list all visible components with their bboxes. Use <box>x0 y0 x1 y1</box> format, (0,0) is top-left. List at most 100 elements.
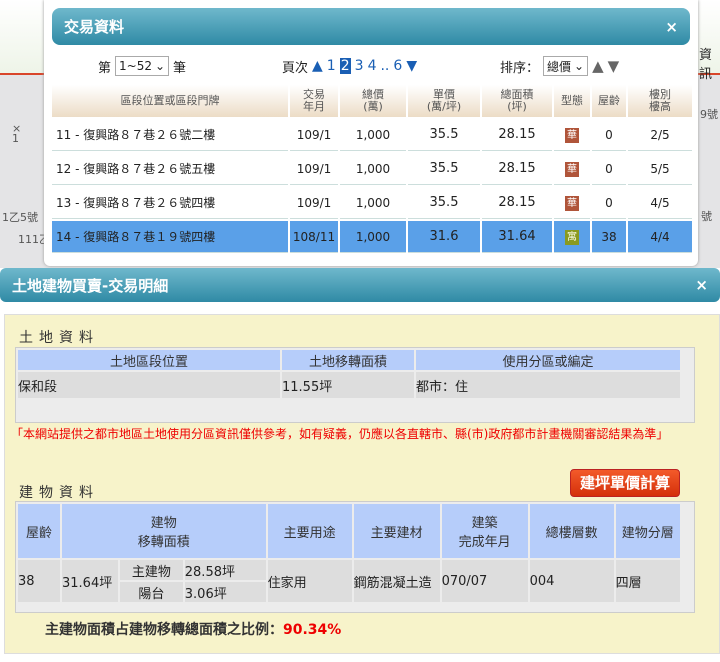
page-link[interactable]: 4 <box>368 58 377 74</box>
map-label: × 1 <box>12 122 22 145</box>
column-header: 使用分區或編定 <box>416 350 680 370</box>
page-link[interactable]: 6 <box>393 58 402 74</box>
total-cell: 1,000 <box>340 221 406 253</box>
age-cell: 0 <box>592 187 626 219</box>
ratio-label: 主建物面積占建物移轉總面積之比例： <box>45 622 283 638</box>
column-header: 總價 (萬) <box>340 85 406 117</box>
detail-body: 土地資料 土地區段位置 土地移轉面積 使用分區或編定 保和段 11.55坪 都市：住 「… <box>4 314 720 654</box>
map-label: 1乙5號 <box>2 211 38 224</box>
main-building-area: 28.58坪 <box>184 560 266 580</box>
main-building-ratio: 主建物面積占建物移轉總面積之比例：90.34% <box>45 619 341 639</box>
unit-cell: 31.6 <box>408 221 480 253</box>
sort-desc-icon[interactable]: ▼ <box>608 57 620 75</box>
sort-label: 排序： <box>500 60 540 76</box>
use-cell: 住家用 <box>267 560 352 602</box>
table-row[interactable]: 12 - 復興路８７巷２６號五樓 109/1 1,000 35.5 28.15 華 0 5/5 <box>52 153 692 185</box>
type-badge: 華 <box>565 195 579 211</box>
dialog-title: 交易資料 <box>64 18 125 36</box>
type-badge: 華 <box>565 161 579 177</box>
type-badge: 寓 <box>565 229 579 245</box>
floor-cell: 2/5 <box>628 119 692 151</box>
table-row[interactable]: 13 - 復興路８７巷２６號四樓 109/1 1,000 35.5 28.15 華 0 4/5 <box>52 187 692 219</box>
table-row[interactable]: 11 - 復興路８７巷２６號二樓 109/1 1,000 35.5 28.15 華 0 2/5 <box>52 119 692 151</box>
column-header: 總面積 (坪) <box>482 85 552 117</box>
unit-cell: 35.5 <box>408 119 480 151</box>
sort-value: 總價 <box>547 59 572 74</box>
land-area-cell: 11.55坪 <box>282 372 414 398</box>
table-row[interactable]: 14 - 復興路８７巷１９號四樓 108/11 1,000 31.6 31.64 寓 38 4… <box>52 221 692 253</box>
type-cell: 華 <box>554 153 590 185</box>
area-cell: 28.15 <box>482 119 552 151</box>
column-header: 土地區段位置 <box>18 350 280 370</box>
main-building-label: 主建物 <box>120 560 183 580</box>
page-link[interactable]: 1 <box>327 58 336 74</box>
balcony-label: 陽台 <box>120 582 183 602</box>
balcony-area: 3.06坪 <box>184 582 266 602</box>
sort-control: 排序： 總價 ⌄ ▲ ▼ <box>500 54 619 78</box>
column-header: 建築 完成年月 <box>441 504 528 558</box>
type-cell: 寓 <box>554 221 590 253</box>
built-date-cell: 070/07 <box>441 560 528 602</box>
column-header: 交易 年月 <box>290 85 338 117</box>
addr-cell: 13 - 復興路８７巷２６號四樓 <box>52 187 288 219</box>
column-header: 型態 <box>554 85 590 117</box>
page-link-current[interactable]: 2 <box>339 58 351 74</box>
floor-cell: 4/4 <box>628 221 692 253</box>
table-header: 區段位置或區段門牌 交易 年月 總價 (萬) 單價 (萬/坪) 總面積 (坪) … <box>52 85 692 117</box>
map-label: 號 <box>701 210 712 223</box>
column-header: 總樓層數 <box>529 504 614 558</box>
land-section-cell: 保和段 <box>18 372 280 398</box>
page-down-icon[interactable]: ▼ <box>406 58 417 74</box>
sort-asc-icon[interactable]: ▲ <box>592 57 604 75</box>
close-icon[interactable]: × <box>695 276 708 294</box>
area-cell: 31.64坪 <box>62 560 118 602</box>
building-table-box: 屋齡 建物 移轉面積 主要用途 主要建材 建築 完成年月 總樓層數 建物分層 3… <box>15 501 695 613</box>
page-label: 頁次 <box>282 60 309 76</box>
calc-unit-price-button[interactable]: 建坪單價計算 <box>570 469 680 497</box>
page-link[interactable]: 3 <box>355 58 364 74</box>
map-label: 9號 <box>700 108 718 121</box>
column-header: 屋齡 <box>592 85 626 117</box>
sort-select[interactable]: 總價 ⌄ <box>543 56 589 76</box>
dialog-header: 土地建物買賣-交易明細 × <box>0 268 720 302</box>
dialog-title: 土地建物買賣-交易明細 <box>12 276 169 295</box>
unit-cell: 35.5 <box>408 153 480 185</box>
ratio-value: 90.34% <box>283 622 342 638</box>
floor-cell: 5/5 <box>628 153 692 185</box>
close-icon[interactable]: × <box>665 18 678 36</box>
chevron-down-icon: ⌄ <box>154 59 166 73</box>
range-prefix: 第 <box>98 60 112 76</box>
material-cell: 鋼筋混凝土造 <box>353 560 440 602</box>
dialog-header: 交易資料 × <box>52 8 690 45</box>
total-cell: 1,000 <box>340 119 406 151</box>
floor-layer-cell: 四層 <box>615 560 680 602</box>
page-ellipsis: .. <box>380 58 390 74</box>
addr-cell: 12 - 復興路８７巷２６號五樓 <box>52 153 288 185</box>
building-table: 屋齡 建物 移轉面積 主要用途 主要建材 建築 完成年月 總樓層數 建物分層 3… <box>16 502 682 604</box>
total-floors-cell: 004 <box>529 560 614 602</box>
unit-cell: 35.5 <box>408 187 480 219</box>
transaction-list-dialog: 交易資料 × 第 1~52 ⌄ 筆 頁次 ▲ 1 2 3 4 .. 6 ▼ 排序：… <box>44 0 698 266</box>
date-cell: 108/11 <box>290 221 338 253</box>
column-header: 區段位置或區段門牌 <box>52 85 288 117</box>
date-cell: 109/1 <box>290 153 338 185</box>
building-section-title: 建物資料 <box>19 485 99 501</box>
addr-cell: 11 - 復興路８７巷２６號二樓 <box>52 119 288 151</box>
area-cell: 28.15 <box>482 153 552 185</box>
date-cell: 109/1 <box>290 119 338 151</box>
addr-cell: 14 - 復興路８７巷１９號四樓 <box>52 221 288 253</box>
range-value: 1~52 <box>119 59 152 73</box>
land-zoning-cell: 都市：住 <box>416 372 680 398</box>
area-cell: 28.15 <box>482 187 552 219</box>
disclaimer-note: 「本網站提供之都市地區土地使用分區資訊僅供參考，如有疑義，仍應以各直轄市、縣(市… <box>11 427 669 441</box>
total-cell: 1,000 <box>340 153 406 185</box>
range-control: 第 1~52 ⌄ 筆 <box>98 54 186 78</box>
range-select[interactable]: 1~52 ⌄ <box>115 56 170 76</box>
page-up-icon[interactable]: ▲ <box>312 58 323 74</box>
column-header: 屋齡 <box>18 504 60 558</box>
land-section-title: 土地資料 <box>19 330 99 346</box>
transaction-detail-dialog: 土地建物買賣-交易明細 × 土地資料 土地區段位置 土地移轉面積 使用分區或編定 保… <box>0 268 720 662</box>
column-header: 土地移轉面積 <box>282 350 414 370</box>
area-cell: 31.64 <box>482 221 552 253</box>
land-table-box: 土地區段位置 土地移轉面積 使用分區或編定 保和段 11.55坪 都市：住 <box>15 347 695 423</box>
